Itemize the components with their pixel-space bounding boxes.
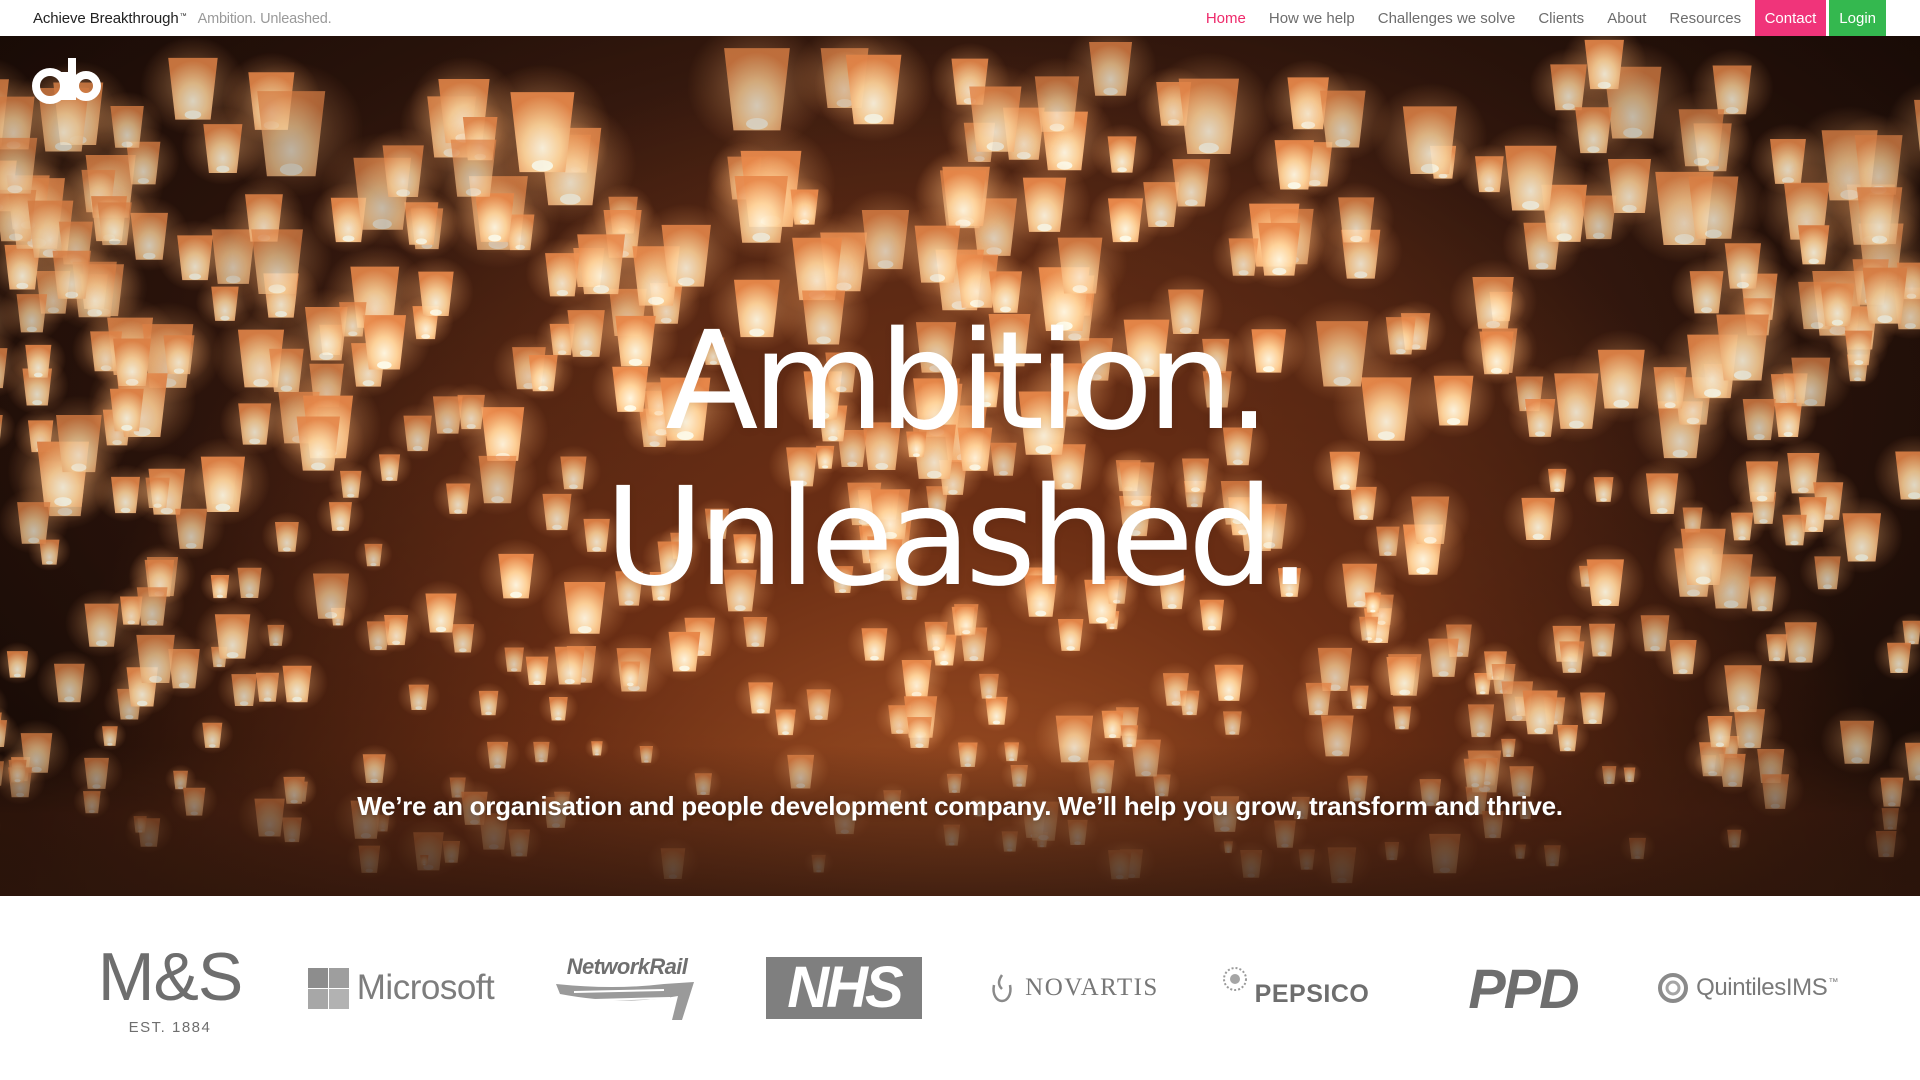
hero-subline: We’re an organisation and people develop… (357, 791, 1563, 821)
brand[interactable]: Achieve Breakthrough ™ Ambition. Unleash… (33, 10, 332, 27)
client-logos-strip: M&S EST. 1884 Microsoft NetworkRail NHS … (0, 896, 1920, 1080)
main-nav: Home How we help Challenges we solve Cli… (1194, 0, 1920, 36)
nav-challenges-we-solve[interactable]: Challenges we solve (1366, 0, 1527, 36)
novartis-logo-text: NOVARTIS (1025, 974, 1159, 1001)
login-button[interactable]: Login (1829, 0, 1886, 36)
top-bar: Achieve Breakthrough ™ Ambition. Unleash… (0, 0, 1920, 36)
quintiles-ring-icon (1658, 973, 1689, 1003)
brand-name[interactable]: Achieve Breakthrough (33, 10, 179, 27)
hero-headline: Ambition. Unleashed. (0, 304, 1920, 616)
pepsico-logo-text: PEPSICO (1254, 979, 1370, 1008)
client-logo-ppd: PPD (1452, 896, 1594, 1080)
client-logo-novartis: NOVARTIS (986, 896, 1162, 1080)
nav-how-we-help[interactable]: How we help (1257, 0, 1366, 36)
brand-tagline: Ambition. Unleashed. (197, 10, 332, 27)
networkrail-swoosh-icon (556, 982, 694, 1020)
nav-resources[interactable]: Resources (1658, 0, 1753, 36)
brand-trademark: ™ (179, 12, 187, 20)
ms-logo-est: EST. 1884 (128, 1018, 212, 1036)
client-logo-ms: M&S EST. 1884 (80, 896, 260, 1080)
novartis-flame-icon (992, 974, 1012, 1003)
quintiles-logo-text: QuintilesIMS (1696, 974, 1828, 1001)
ms-logo-text: M&S (97, 938, 243, 1015)
nav-clients[interactable]: Clients (1527, 0, 1596, 36)
contact-button[interactable]: Contact (1754, 0, 1827, 36)
nhs-logo-text: NHS (766, 957, 922, 1019)
client-logo-quintiles: QuintilesIMS ™ (1652, 896, 1842, 1080)
headline-line-1: Ambition. (665, 303, 1270, 461)
hero-section: Ambition. Unleashed. We’re an organisati… (0, 36, 1920, 896)
client-logo-networkrail: NetworkRail (554, 896, 700, 1080)
pepsico-globe-icon (1222, 967, 1247, 991)
ab-logo-icon[interactable] (32, 56, 104, 104)
nav-about[interactable]: About (1596, 0, 1658, 36)
client-logo-nhs: NHS (766, 896, 922, 1080)
microsoft-logo-text: Microsoft (356, 968, 495, 1007)
networkrail-logo-text: NetworkRail (566, 954, 688, 979)
headline-line-2: Unleashed. (604, 459, 1312, 617)
nav-home[interactable]: Home (1194, 0, 1257, 36)
ppd-logo-text: PPD (1468, 956, 1579, 1020)
client-logo-pepsico: PEPSICO (1210, 896, 1380, 1080)
quintiles-trademark: ™ (1828, 976, 1838, 988)
microsoft-windows-icon (307, 967, 349, 1009)
client-logo-microsoft: Microsoft (298, 896, 504, 1080)
